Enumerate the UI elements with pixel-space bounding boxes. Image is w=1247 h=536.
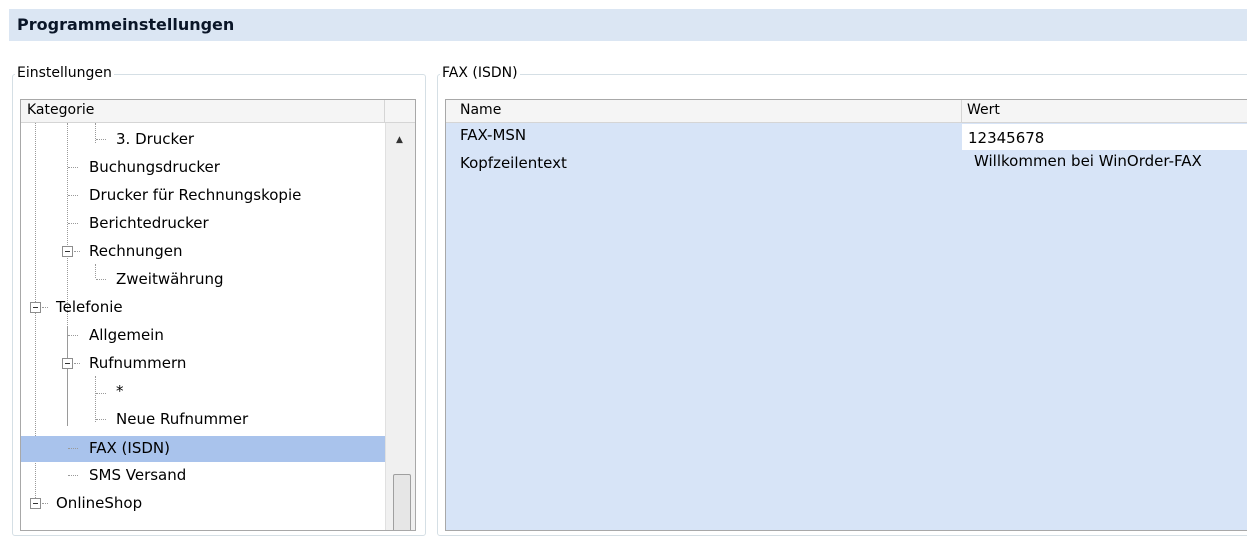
tree-item-label: Drucker für Rechnungskopie	[89, 186, 302, 204]
tree-item-rechnungen[interactable]: Rechnungen	[21, 237, 385, 265]
tree-item-label: 3. Drucker	[116, 130, 195, 148]
collapse-icon[interactable]	[62, 358, 73, 369]
collapse-icon[interactable]	[30, 302, 41, 313]
tree-item-label: Berichtedrucker	[89, 214, 209, 232]
tree-scrollbar[interactable]: ▲	[385, 123, 415, 530]
tree-item-label: Rechnungen	[89, 242, 183, 260]
column-separator[interactable]	[961, 100, 962, 122]
tree-item-allgemein[interactable]: Allgemein	[21, 321, 385, 349]
tree-item-asterisk[interactable]: *	[21, 377, 385, 405]
tree-item-label: FAX (ISDN)	[89, 439, 170, 457]
tree-item-label: SMS Versand	[89, 466, 187, 484]
tree-item-drucker-rechnungskopie[interactable]: Drucker für Rechnungskopie	[21, 181, 385, 209]
tree-item-onlineshop[interactable]: OnlineShop	[21, 489, 385, 517]
property-name: FAX-MSN	[460, 126, 527, 144]
fax-msn-value[interactable]: 12345678	[968, 129, 1044, 147]
tree-item-label: *	[116, 382, 124, 400]
header-separator	[384, 100, 385, 122]
category-tree[interactable]: Kategorie 3. Drucker Buchungsdrucker Dru…	[20, 99, 416, 531]
tree-item-label: Allgemein	[89, 326, 164, 344]
tree-item-sms-versand[interactable]: SMS Versand	[21, 461, 385, 489]
tree-item-zweitwaehrung[interactable]: Zweitwährung	[21, 265, 385, 293]
window-title: Programmeinstellungen	[17, 15, 235, 34]
scroll-up-arrow-icon[interactable]: ▲	[396, 135, 403, 145]
tree-item-label: Rufnummern	[89, 354, 187, 372]
category-column-label: Kategorie	[27, 102, 95, 118]
tree-item-buchungsdrucker[interactable]: Buchungsdrucker	[21, 153, 385, 181]
kopfzeilentext-value[interactable]: Willkommen bei WinOrder-FAX	[974, 152, 1202, 170]
property-grid: Name Wert FAX-MSN 12345678 Kopfzeilentex…	[445, 99, 1247, 531]
tree-item-label: Zweitwährung	[116, 270, 224, 288]
fax-group-legend: FAX (ISDN)	[440, 65, 520, 81]
fax-msn-value-input[interactable]: 12345678	[962, 124, 1247, 150]
tree-item-neue-rufnummer[interactable]: Neue Rufnummer	[21, 405, 385, 433]
grid-row-kopfzeilentext[interactable]: Kopfzeilentext Willkommen bei WinOrder-F…	[446, 150, 1247, 174]
grid-header: Name Wert	[446, 100, 1247, 123]
tree-item-label: Telefonie	[56, 298, 123, 316]
property-name: Kopfzeilentext	[460, 154, 567, 172]
tree-column-header[interactable]: Kategorie	[21, 100, 415, 123]
grid-row-fax-msn[interactable]: FAX-MSN 12345678	[446, 124, 1247, 150]
tree-item-rufnummern[interactable]: Rufnummern	[21, 349, 385, 377]
tree-item-label: Neue Rufnummer	[116, 410, 249, 428]
collapse-icon[interactable]	[62, 246, 73, 257]
settings-group-legend: Einstellungen	[15, 65, 114, 81]
tree-item-fax-isdn[interactable]: FAX (ISDN)	[21, 436, 385, 462]
tree-item-label: Buchungsdrucker	[89, 158, 220, 176]
value-column-header[interactable]: Wert	[967, 102, 1000, 118]
tree-item-telefonie[interactable]: Telefonie	[21, 293, 385, 321]
name-column-header[interactable]: Name	[460, 102, 501, 118]
tree-item-3-drucker[interactable]: 3. Drucker	[21, 125, 385, 153]
tree-item-label: OnlineShop	[56, 494, 143, 512]
tree-item-berichtedrucker[interactable]: Berichtedrucker	[21, 209, 385, 237]
title-bar: Programmeinstellungen	[9, 9, 1247, 41]
collapse-icon[interactable]	[30, 498, 41, 509]
scrollbar-thumb[interactable]	[393, 474, 411, 530]
